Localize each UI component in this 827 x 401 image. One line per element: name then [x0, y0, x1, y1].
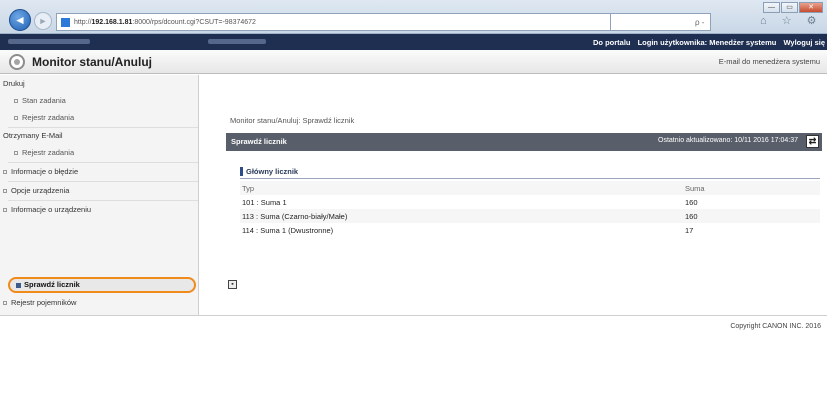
collapse-icon[interactable]: ▪ — [228, 280, 237, 289]
forward-button[interactable]: ► — [34, 12, 52, 30]
top-navigation-bar: Do portalu Login użytkownika: Menedżer s… — [0, 34, 827, 50]
search-refresh-buttons[interactable]: ρ - c — [611, 13, 711, 44]
blurred-device-name — [8, 39, 90, 44]
status-monitor-icon — [9, 54, 25, 70]
browser-window: ◄ ► http:// 192.168.1.81 :8000/rps/dcoun… — [0, 0, 827, 401]
counter-group-title: Główny licznik — [240, 167, 298, 176]
minimize-button[interactable]: — — [763, 2, 780, 13]
copyright-text: Copyright CANON INC. 2016 — [730, 323, 821, 330]
sidebar-divider — [8, 200, 198, 201]
sidebar-item-job-log[interactable]: Rejestr zadania — [14, 113, 74, 122]
page-header: Monitor stanu/Anuluj E-mail do menedżera… — [0, 50, 827, 74]
sidebar-item-error-info[interactable]: Informacje o błędzie — [3, 167, 78, 176]
browser-toolbar: ◄ ► http:// 192.168.1.81 :8000/rps/dcoun… — [0, 0, 827, 44]
counter-value: 160 — [685, 198, 698, 207]
url-prefix: http:// — [74, 18, 92, 26]
sidebar-item-email-job-log[interactable]: Rejestr zadania — [14, 148, 74, 157]
sidebar-divider — [8, 127, 198, 128]
counter-value: 160 — [685, 212, 698, 221]
logout-link[interactable]: Wyloguj się — [783, 38, 825, 47]
sidebar-heading-print[interactable]: Drukuj — [3, 79, 25, 88]
counter-type: 101 : Suma 1 — [242, 198, 287, 207]
refresh-icon[interactable]: ⇄ — [806, 135, 819, 148]
section-header: Sprawdź licznik Ostatnio aktualizowano: … — [226, 133, 822, 151]
column-header-type: Typ — [242, 184, 255, 193]
main-content: Monitor stanu/Anuluj: Sprawdź licznik Sp… — [213, 75, 823, 315]
page-title: Monitor stanu/Anuluj — [32, 55, 152, 69]
site-favicon-icon — [61, 17, 70, 27]
back-button[interactable]: ◄ — [9, 9, 31, 31]
section-title: Sprawdź licznik — [231, 137, 287, 146]
sidebar-item-device-options[interactable]: Opcje urządzenia — [3, 186, 69, 195]
sidebar: Drukuj Stan zadania Rejestr zadania Otrz… — [0, 75, 199, 315]
sidebar-item-job-status[interactable]: Stan zadania — [14, 96, 66, 105]
counter-value: 17 — [685, 226, 694, 235]
maximize-button[interactable]: ▭ — [781, 2, 798, 13]
url-host: 192.168.1.81 — [91, 18, 133, 26]
table-row: 101 : Suma 1 160 — [240, 195, 820, 209]
url-path: :8000/rps/dcount.cgi?CSUT=-98374672 — [132, 18, 256, 26]
bullet-icon — [14, 116, 18, 121]
counter-table: Typ Suma 101 : Suma 1 160 113 : Suma (Cz… — [240, 181, 820, 237]
footer-divider — [0, 315, 827, 316]
table-header-row: Typ Suma — [240, 181, 820, 195]
active-bullet-icon — [16, 282, 21, 288]
mail-admin-link[interactable]: E-mail do menedżera systemu — [719, 57, 820, 66]
bullet-icon — [14, 151, 18, 156]
breadcrumb: Monitor stanu/Anuluj: Sprawdź licznik — [230, 116, 355, 125]
column-header-total: Suma — [685, 184, 705, 193]
blurred-device-model — [208, 39, 266, 44]
group-divider — [240, 178, 820, 179]
close-button[interactable]: ✕ — [799, 2, 823, 13]
top-links: Do portalu Login użytkownika: Menedżer s… — [588, 38, 825, 47]
counter-type: 113 : Suma (Czarno-biały/Małe) — [242, 212, 348, 221]
bullet-icon — [3, 170, 7, 175]
sidebar-heading-received-email[interactable]: Otrzymany E-Mail — [3, 131, 63, 140]
table-row: 113 : Suma (Czarno-biały/Małe) 160 — [240, 209, 820, 223]
counter-type: 114 : Suma 1 (Dwustronne) — [242, 226, 334, 235]
sidebar-divider — [8, 181, 198, 182]
home-favorites-settings-icons[interactable]: ⌂ ☆ ⚙ — [760, 14, 822, 27]
bullet-icon — [3, 301, 7, 306]
window-controls: — ▭ ✕ — [762, 2, 823, 13]
address-bar[interactable]: http:// 192.168.1.81 :8000/rps/dcount.cg… — [56, 13, 611, 31]
bullet-icon — [14, 99, 18, 104]
sidebar-item-cartridge-log[interactable]: Rejestr pojemników — [3, 298, 76, 307]
bullet-icon — [3, 208, 7, 213]
last-updated-text: Ostatnio aktualizowano: 10/11 2016 17:04… — [658, 137, 798, 144]
sidebar-item-check-counter[interactable]: Sprawdź licznik — [8, 277, 196, 293]
login-user-label: Login użytkownika: Menedżer systemu — [637, 38, 777, 47]
portal-link[interactable]: Do portalu — [593, 38, 631, 47]
table-row: 114 : Suma 1 (Dwustronne) 17 — [240, 223, 820, 237]
sidebar-divider — [8, 162, 198, 163]
bullet-icon — [3, 189, 7, 194]
sidebar-item-device-info[interactable]: Informacje o urządzeniu — [3, 205, 91, 214]
